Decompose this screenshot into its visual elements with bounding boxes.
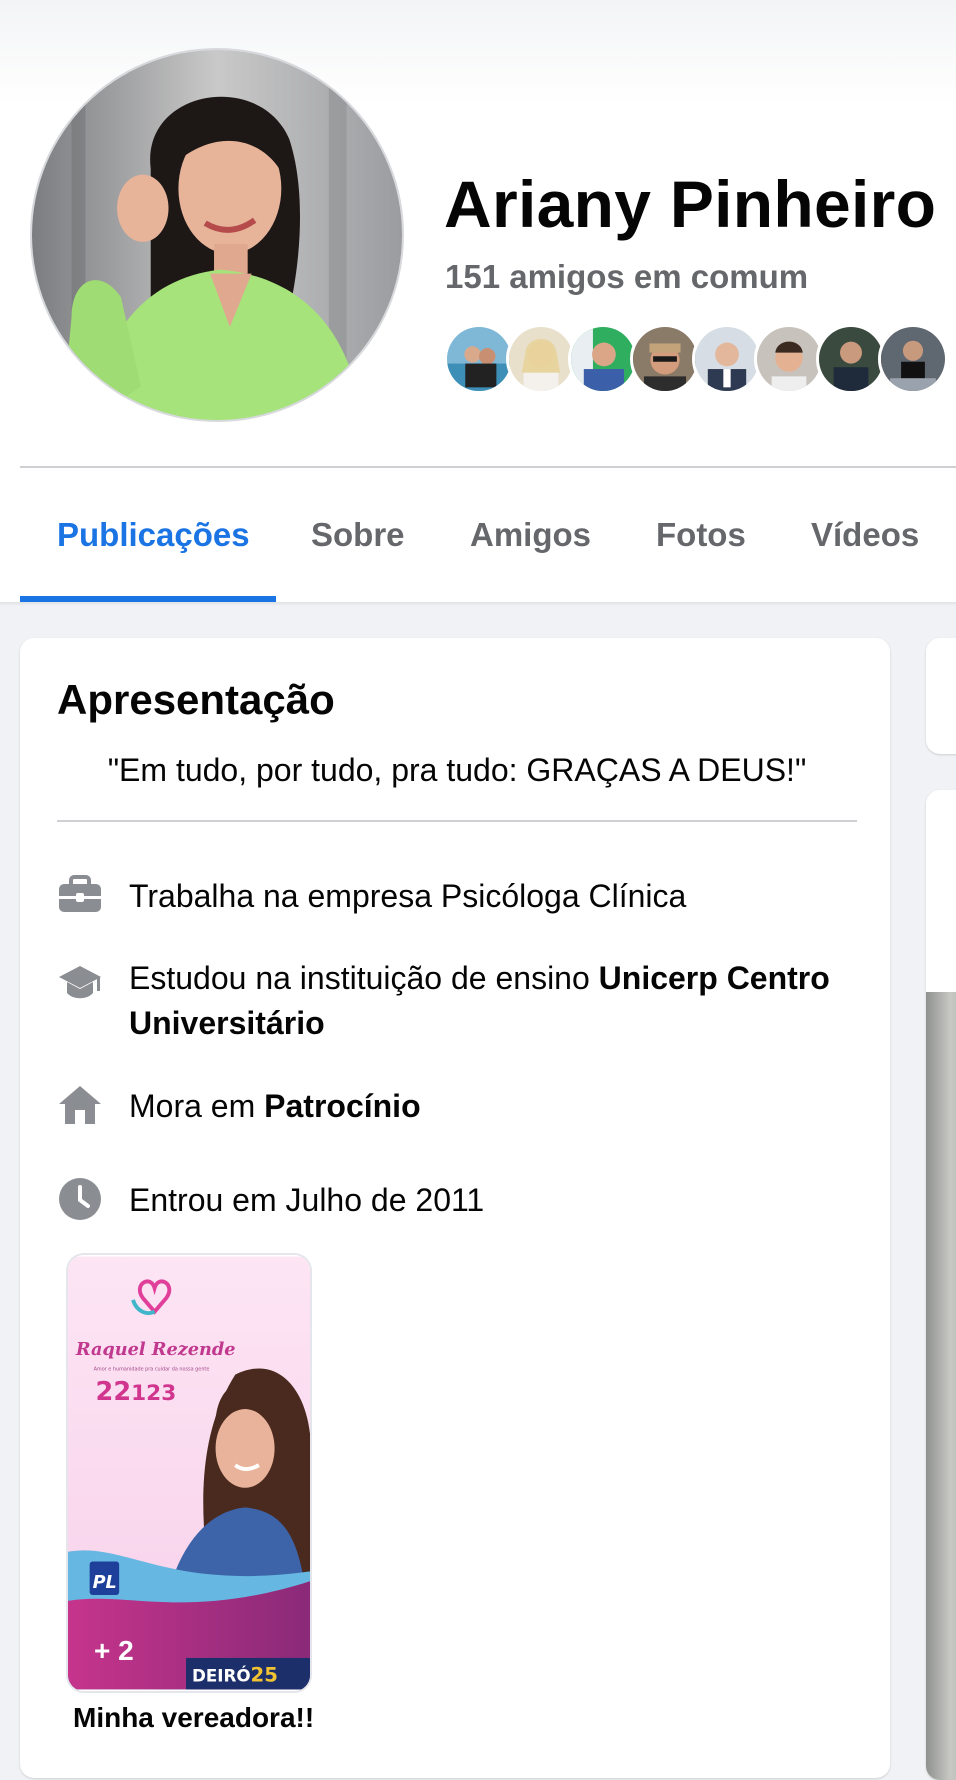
poster-number-rest: 123 — [131, 1381, 176, 1406]
info-joined-prefix: Entrou em — [129, 1182, 286, 1218]
svg-text:Amor e humanidade pra cuidar d: Amor e humanidade pra cuidar da nossa ge… — [94, 1367, 210, 1373]
side-photo-card — [926, 790, 956, 1780]
mutual-friends-count[interactable]: 151 amigos em comum — [445, 258, 808, 296]
friend-avatar[interactable] — [878, 324, 948, 394]
header-divider — [20, 466, 956, 468]
svg-text:DEIRÓ25: DEIRÓ25 — [192, 1664, 278, 1687]
info-joined-text: Entrou em Julho de 2011 — [129, 1178, 869, 1223]
friend-avatar[interactable] — [630, 324, 700, 394]
home-icon — [57, 1082, 103, 1128]
friend-avatar[interactable] — [754, 324, 824, 394]
svg-text:22123: 22123 — [96, 1377, 177, 1407]
friend-avatar[interactable] — [568, 324, 638, 394]
info-education-text: Estudou na instituição de ensino Unicerp… — [129, 956, 869, 1046]
info-location: Mora em Patrocínio — [57, 1082, 867, 1132]
friend-avatar[interactable] — [816, 324, 886, 394]
poster-number-main: 22 — [96, 1377, 132, 1407]
clock-icon — [57, 1176, 103, 1222]
info-joined-value: Julho de 2011 — [285, 1182, 485, 1218]
info-work-value: Psicóloga Clínica — [440, 878, 687, 914]
intro-divider — [57, 820, 857, 822]
tab-publicacoes[interactable]: Publicações — [57, 516, 250, 554]
info-work-prefix: Trabalha na empresa — [129, 878, 441, 914]
briefcase-icon — [57, 872, 103, 918]
poster-party: PL — [93, 1573, 117, 1593]
side-card — [926, 638, 956, 754]
mutual-friends-avatars[interactable] — [444, 324, 956, 396]
info-work-text: Trabalha na empresa Psicóloga Clínica — [129, 874, 869, 919]
profile-tabs: Publicações Sobre Amigos Fotos Vídeos — [0, 470, 956, 602]
info-joined: Entrou em Julho de 2011 — [57, 1176, 867, 1226]
profile-picture[interactable] — [30, 48, 404, 422]
info-work: Trabalha na empresa Psicóloga Clínica — [57, 872, 867, 922]
poster-mayor-name: DEIRÓ — [192, 1666, 251, 1686]
featured-collection[interactable]: Raquel Rezende Amor e humanidade pra cui… — [66, 1253, 312, 1693]
intro-card: Apresentação "Em tudo, por tudo, pra tud… — [20, 638, 890, 1778]
info-location-prefix: Mora em — [129, 1088, 265, 1124]
tab-sobre[interactable]: Sobre — [311, 516, 405, 554]
friend-avatar[interactable] — [444, 324, 514, 394]
friend-avatar[interactable] — [692, 324, 762, 394]
tab-videos[interactable]: Vídeos — [811, 516, 919, 554]
poster-mayor-number: 25 — [251, 1664, 278, 1687]
tab-amigos[interactable]: Amigos — [470, 516, 591, 554]
graduation-cap-icon — [57, 960, 103, 1006]
info-education: Estudou na instituição de ensino Unicerp… — [57, 954, 867, 1050]
profile-name: Ariany Pinheiro — [444, 167, 937, 241]
info-location-value[interactable]: Patrocínio — [264, 1088, 420, 1124]
intro-bio: "Em tudo, por tudo, pra tudo: GRAÇAS A D… — [107, 752, 807, 788]
info-education-prefix: Estudou na instituição de ensino — [129, 960, 599, 996]
side-photo[interactable] — [926, 992, 956, 1780]
header-shadow — [0, 602, 956, 606]
friend-avatar[interactable] — [506, 324, 576, 394]
intro-title: Apresentação — [57, 676, 335, 723]
tab-fotos[interactable]: Fotos — [656, 516, 746, 554]
info-location-text: Mora em Patrocínio — [129, 1084, 869, 1129]
poster-candidate-name: Raquel Rezende — [75, 1339, 236, 1360]
featured-poster-image: Raquel Rezende Amor e humanidade pra cui… — [68, 1256, 310, 1690]
profile-header: Ariany Pinheiro 151 amigos em comum Publ… — [0, 0, 956, 602]
featured-caption[interactable]: Minha vereadora!! — [73, 1702, 314, 1734]
featured-count-badge: + 2 — [94, 1635, 134, 1666]
profile-photo-image — [32, 50, 402, 420]
